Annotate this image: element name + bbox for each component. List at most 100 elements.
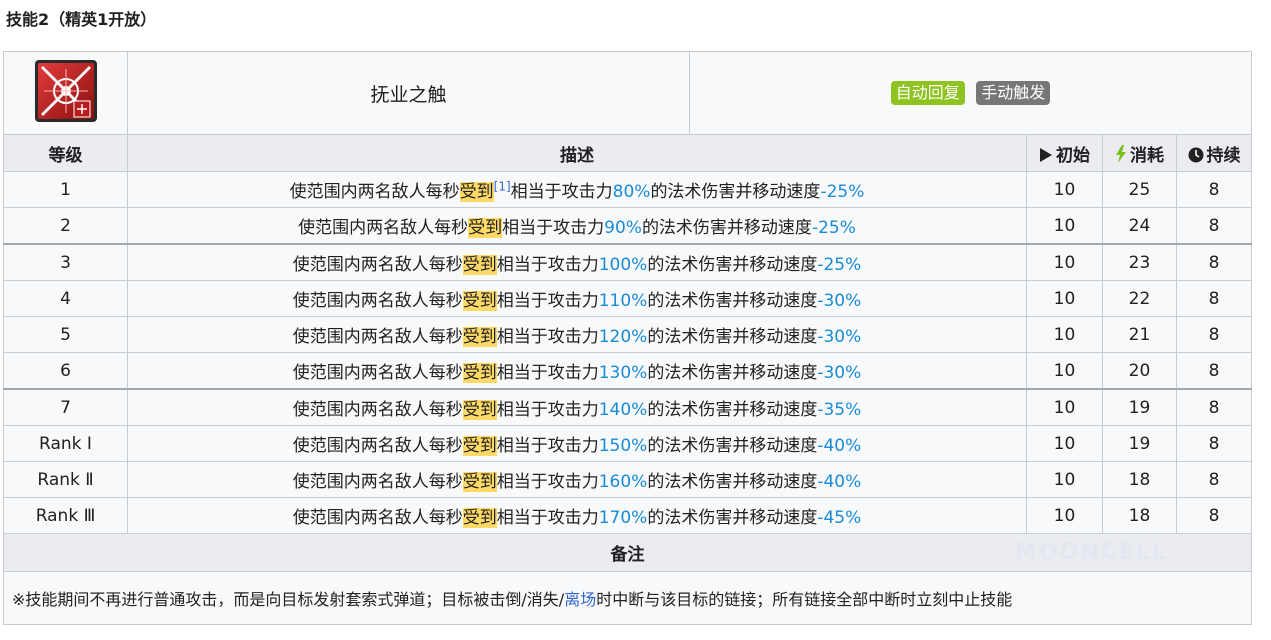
desc-prefix: 使范围内两名敌人每秒: [292, 255, 463, 275]
note-link[interactable]: 离场: [564, 590, 596, 609]
level-cell: Rank Ⅰ: [3, 425, 128, 462]
sp-cost-cell: 22: [1102, 280, 1177, 317]
table-row: 2 使范围内两名敌人每秒受到相当于攻击力90%的法术伤害并移动速度-25% 10…: [3, 207, 1252, 245]
initial-sp-cell: 10: [1026, 243, 1103, 281]
desc-highlight-term[interactable]: 受到: [462, 327, 497, 347]
col-header-duration-label: 持续: [1206, 145, 1241, 166]
desc-highlight-term[interactable]: 受到: [459, 182, 494, 202]
table-row: Rank Ⅰ 使范围内两名敌人每秒受到相当于攻击力150%的法术伤害并移动速度-…: [3, 425, 1252, 462]
duration-cell: 8: [1176, 425, 1252, 462]
skill-icon[interactable]: [34, 59, 98, 123]
atk-value: 170%: [598, 508, 648, 528]
desc-prefix: 使范围内两名敌人每秒: [292, 436, 463, 456]
duration-cell: 8: [1176, 243, 1252, 281]
desc-suffix: 的法术伤害并移动速度: [647, 327, 818, 347]
description-cell: 使范围内两名敌人每秒受到相当于攻击力160%的法术伤害并移动速度-40%: [127, 461, 1027, 498]
note-text-part: 时中断与该目标的链接；所有链接全部中断时立刻中止技能: [596, 590, 1013, 609]
description-cell: 使范围内两名敌人每秒受到相当于攻击力90%的法术伤害并移动速度-25%: [127, 207, 1027, 245]
initial-sp-cell: 10: [1026, 352, 1103, 390]
sp-cost-cell: 24: [1102, 207, 1177, 245]
duration-cell: 8: [1176, 497, 1252, 534]
atk-value: 120%: [598, 327, 648, 347]
note-text: ※技能期间不再进行普通攻击，而是向目标发射套索式弹道；目标被击倒/消失/离场时中…: [3, 571, 1252, 625]
desc-prefix: 使范围内两名敌人每秒: [298, 218, 469, 238]
level-cell: 1: [3, 171, 128, 208]
initial-sp-cell: 10: [1026, 388, 1103, 426]
duration-cell: 8: [1176, 352, 1252, 390]
atk-value: 110%: [598, 291, 648, 311]
desc-prefix: 使范围内两名敌人每秒: [292, 291, 463, 311]
description-cell: 使范围内两名敌人每秒受到相当于攻击力130%的法术伤害并移动速度-30%: [127, 352, 1027, 390]
sp-recovery-badge: 自动回复: [890, 81, 965, 105]
desc-highlight-term[interactable]: 受到: [462, 363, 497, 383]
atk-value: 100%: [598, 255, 648, 275]
initial-sp-cell: 10: [1026, 316, 1103, 353]
desc-prefix: 使范围内两名敌人每秒: [292, 327, 463, 347]
slow-value: -40%: [817, 436, 862, 456]
atk-value: 80%: [612, 182, 651, 202]
level-cell: Rank Ⅲ: [3, 497, 128, 534]
description-cell: 使范围内两名敌人每秒受到相当于攻击力170%的法术伤害并移动速度-45%: [127, 497, 1027, 534]
desc-highlight-term[interactable]: 受到: [462, 508, 497, 528]
footnote-ref-link[interactable]: [1]: [494, 179, 511, 193]
desc-prefix: 使范围内两名敌人每秒: [292, 363, 463, 383]
desc-highlight-term[interactable]: 受到: [462, 255, 497, 275]
sp-cost-cell: 19: [1102, 425, 1177, 462]
desc-highlight-term[interactable]: 受到: [462, 291, 497, 311]
atk-value: 130%: [598, 363, 648, 383]
atk-value: 160%: [598, 472, 648, 492]
initial-sp-cell: 10: [1026, 171, 1103, 208]
description-cell: 使范围内两名敌人每秒受到[1]相当于攻击力80%的法术伤害并移动速度-25%: [127, 171, 1027, 208]
sp-cost-cell: 23: [1102, 243, 1177, 281]
desc-highlight-term[interactable]: 受到: [462, 472, 497, 492]
sp-cost-cell: 18: [1102, 461, 1177, 498]
trigger-type-badge: 手动触发: [976, 81, 1051, 105]
sp-cost-cell: 19: [1102, 388, 1177, 426]
atk-value: 90%: [604, 218, 642, 238]
level-cell: 6: [3, 352, 128, 390]
table-row: 5 使范围内两名敌人每秒受到相当于攻击力120%的法术伤害并移动速度-30% 1…: [3, 316, 1252, 353]
description-cell: 使范围内两名敌人每秒受到相当于攻击力120%的法术伤害并移动速度-30%: [127, 316, 1027, 353]
initial-sp-cell: 10: [1026, 425, 1103, 462]
col-header-duration: 持续: [1176, 134, 1252, 172]
desc-middle: 相当于攻击力: [496, 291, 599, 311]
table-row: Rank Ⅱ 使范围内两名敌人每秒受到相当于攻击力160%的法术伤害并移动速度-…: [3, 461, 1252, 498]
col-header-initial-label: 初始: [1056, 145, 1090, 166]
watermark-text: MOONCELL: [1015, 540, 1168, 565]
desc-prefix: 使范围内两名敌人每秒: [292, 508, 463, 528]
desc-suffix: 的法术伤害并移动速度: [647, 400, 818, 420]
col-header-level: 等级: [3, 134, 128, 172]
desc-suffix: 的法术伤害并移动速度: [647, 363, 818, 383]
slow-value: -25%: [820, 182, 865, 202]
section-title: 技能2（精英1开放）: [6, 10, 157, 29]
slow-value: -40%: [817, 472, 862, 492]
slow-value: -30%: [817, 291, 862, 311]
desc-prefix: 使范围内两名敌人每秒: [292, 472, 463, 492]
desc-prefix: 使范围内两名敌人每秒: [292, 400, 463, 420]
desc-middle: 相当于攻击力: [496, 472, 599, 492]
duration-cell: 8: [1176, 280, 1252, 317]
desc-middle: 相当于攻击力: [496, 436, 599, 456]
table-row: 6 使范围内两名敌人每秒受到相当于攻击力130%的法术伤害并移动速度-30% 1…: [3, 352, 1252, 390]
table-row: 3 使范围内两名敌人每秒受到相当于攻击力100%的法术伤害并移动速度-25% 1…: [3, 243, 1252, 281]
skill-name: 抚业之触: [127, 51, 690, 135]
atk-value: 150%: [598, 436, 648, 456]
duration-cell: 8: [1176, 461, 1252, 498]
skill-table: 抚业之触 自动回复 手动触发 等级 描述 初始 消耗 持续 1 使范围内两名敌人…: [3, 51, 1252, 625]
level-cell: Rank Ⅱ: [3, 461, 128, 498]
col-header-cost-label: 消耗: [1130, 145, 1164, 166]
desc-middle: 相当于攻击力: [496, 363, 599, 383]
initial-sp-cell: 10: [1026, 280, 1103, 317]
desc-suffix: 的法术伤害并移动速度: [647, 508, 818, 528]
duration-cell: 8: [1176, 316, 1252, 353]
play-icon: [1040, 147, 1052, 162]
desc-middle: 相当于攻击力: [496, 400, 599, 420]
table-row: 7 使范围内两名敌人每秒受到相当于攻击力140%的法术伤害并移动速度-35% 1…: [3, 388, 1252, 426]
desc-highlight-term[interactable]: 受到: [468, 218, 503, 238]
initial-sp-cell: 10: [1026, 207, 1103, 245]
desc-highlight-term[interactable]: 受到: [462, 436, 497, 456]
sp-cost-cell: 18: [1102, 497, 1177, 534]
skill-icon-cell: [3, 51, 128, 135]
duration-cell: 8: [1176, 171, 1252, 208]
desc-highlight-term[interactable]: 受到: [462, 400, 497, 420]
